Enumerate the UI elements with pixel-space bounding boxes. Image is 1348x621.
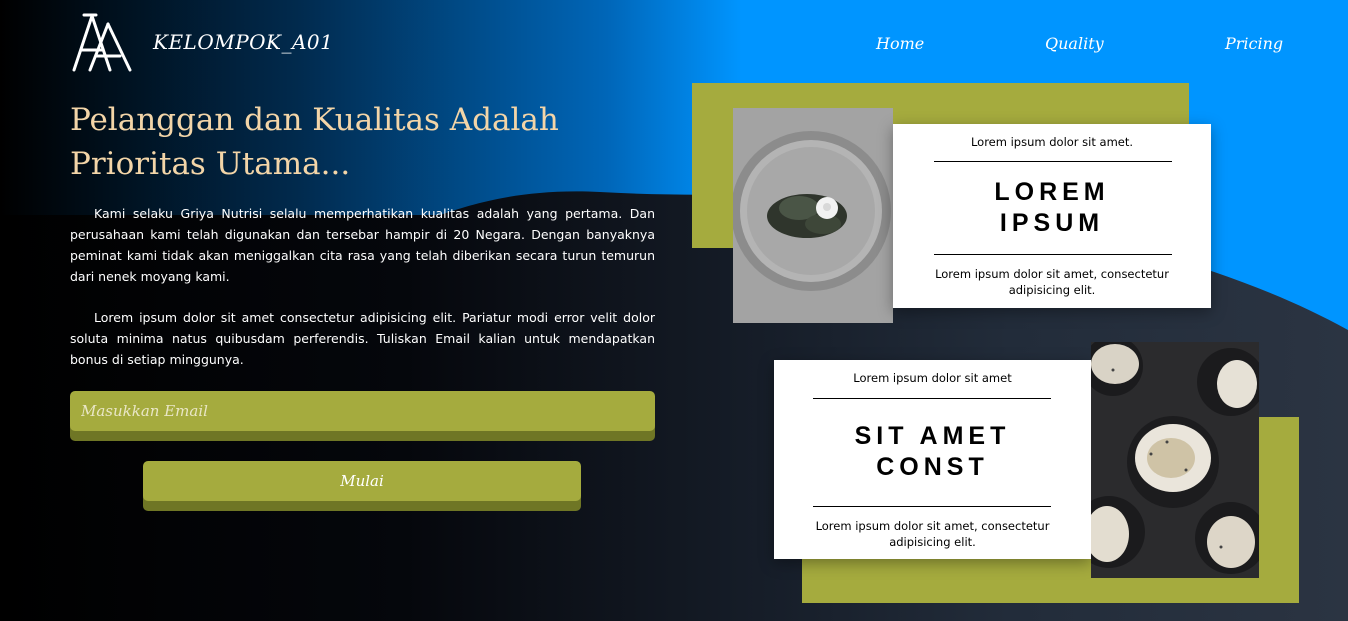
nav-home[interactable]: Home	[876, 34, 924, 53]
email-field-wrapper	[70, 391, 655, 441]
secondary-paragraph: Lorem ipsum dolor sit amet consectetur a…	[70, 310, 655, 367]
card-1-subtitle: Lorem ipsum dolor sit amet.	[970, 135, 1134, 149]
baked-eggs-tray-image	[1091, 342, 1259, 578]
brand-name: KELOMPOK_A01	[153, 30, 334, 54]
logo-icon[interactable]	[68, 12, 134, 74]
intro-paragraph: Kami selaku Griya Nutrisi selalu memperh…	[70, 206, 655, 284]
card-1-description: Lorem ipsum dolor sit amet, consectetur …	[935, 267, 1169, 297]
card-2-top-divider	[813, 398, 1051, 399]
card-1-top-divider	[934, 161, 1172, 162]
start-button-wrapper: Mulai	[143, 461, 581, 511]
email-field[interactable]	[70, 391, 655, 431]
card-2-title-line-2: CONST	[876, 453, 989, 481]
food-photo-1	[733, 108, 893, 323]
card-2-subtitle: Lorem ipsum dolor sit amet	[853, 371, 1012, 385]
feature-card-1: Lorem ipsum dolor sit amet. LOREM IPSUM …	[893, 124, 1211, 308]
start-button[interactable]: Mulai	[143, 461, 581, 501]
nav-quality[interactable]: Quality	[1045, 34, 1104, 53]
feature-card-2: Lorem ipsum dolor sit amet SIT AMET CONS…	[774, 360, 1091, 559]
card-1-title-line-1: LOREM	[994, 178, 1110, 206]
nav-pricing[interactable]: Pricing	[1225, 34, 1283, 53]
page-title: Pelanggan dan Kualitas Adalah Prioritas …	[70, 102, 559, 182]
card-2-title-line-1: SIT AMET	[854, 422, 1011, 450]
food-photo-2	[1091, 342, 1259, 578]
card-2-description: Lorem ipsum dolor sit amet, consectetur …	[815, 519, 1050, 549]
card-1-bottom-divider	[934, 254, 1172, 255]
card-2-bottom-divider	[813, 506, 1051, 507]
card-1-title-line-2: IPSUM	[999, 209, 1105, 237]
spinach-egg-plate-image	[733, 108, 893, 323]
